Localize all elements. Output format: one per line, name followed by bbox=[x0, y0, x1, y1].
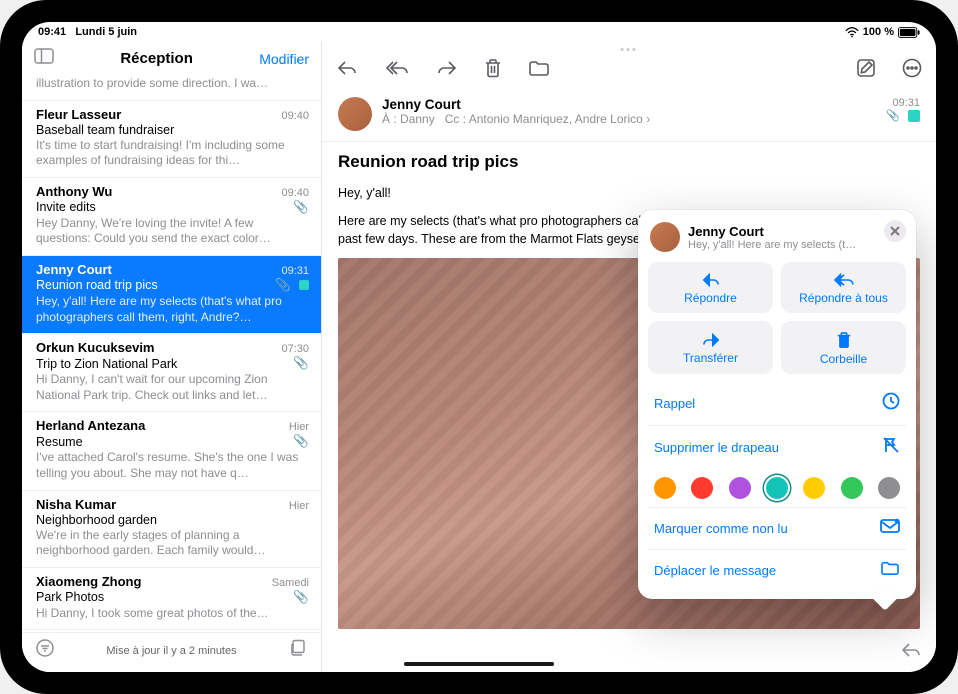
status-time: 09:41 bbox=[38, 26, 66, 38]
list-item[interactable]: Nisha KumarHier Neighborhood garden We'r… bbox=[22, 491, 321, 568]
trash-icon[interactable] bbox=[484, 58, 502, 83]
flag-icon bbox=[908, 110, 920, 122]
multitask-grabber[interactable]: ••• bbox=[322, 42, 936, 56]
move-folder-icon[interactable] bbox=[528, 59, 550, 82]
popover-preview: Hey, y'all! Here are my selects (that's… bbox=[688, 239, 858, 251]
attachment-icon: 📎 bbox=[293, 590, 309, 605]
forward-button[interactable]: Transférer bbox=[648, 321, 773, 374]
attachment-icon: 📎 bbox=[886, 110, 900, 122]
message-subject: Reunion road trip pics bbox=[338, 152, 920, 172]
forward-icon[interactable] bbox=[436, 59, 458, 82]
recipient-cc[interactable]: Antonio Manriquez, Andre Lorico bbox=[469, 112, 643, 126]
attachment-icon: 📎 bbox=[293, 200, 309, 215]
reply-icon[interactable] bbox=[900, 641, 922, 664]
envelope-icon bbox=[880, 518, 900, 539]
remove-flag-button[interactable]: Supprimer le drapeau bbox=[648, 425, 906, 469]
move-message-button[interactable]: Déplacer le message bbox=[648, 549, 906, 591]
list-item[interactable]: Anthony Wu09:40 Invite edits📎 Hey Danny,… bbox=[22, 178, 321, 256]
mailbox-sidebar: Réception Modifier illustration to provi… bbox=[22, 42, 322, 672]
flag-color-swatch[interactable] bbox=[729, 477, 751, 499]
message-header: Jenny Court À : Danny Cc : Antonio Manri… bbox=[322, 89, 936, 142]
more-icon[interactable] bbox=[902, 58, 922, 83]
list-item[interactable]: illustration to provide some direction. … bbox=[22, 73, 321, 101]
flag-off-icon bbox=[882, 436, 900, 459]
message-content-pane: ••• bbox=[322, 42, 936, 672]
reply-all-icon[interactable] bbox=[384, 59, 410, 82]
trash-button[interactable]: Corbeille bbox=[781, 321, 906, 374]
mailbox-title: Réception bbox=[120, 50, 193, 67]
list-item[interactable]: Xiaomeng ZhongSamedi Park Photos📎 Hi Dan… bbox=[22, 568, 321, 631]
recipient-to[interactable]: Danny bbox=[400, 112, 435, 126]
popover-sender: Jenny Court bbox=[688, 224, 858, 239]
message-paragraph: Hey, y'all! bbox=[338, 184, 920, 202]
flag-color-swatch[interactable] bbox=[878, 477, 900, 499]
flag-color-swatch[interactable] bbox=[654, 477, 676, 499]
avatar bbox=[650, 222, 680, 252]
status-bar: 09:41 Lundi 5 juin 100 % bbox=[22, 22, 936, 42]
mark-unread-button[interactable]: Marquer comme non lu bbox=[648, 507, 906, 549]
flag-icon bbox=[299, 280, 309, 290]
list-item[interactable]: Herland AntezanaHier Resume📎 I've attach… bbox=[22, 412, 321, 490]
status-date: Lundi 5 juin bbox=[75, 26, 137, 38]
reply-icon[interactable] bbox=[336, 59, 358, 82]
list-item-selected[interactable]: Jenny Court09:31 Reunion road trip pics … bbox=[22, 256, 321, 334]
attachment-icon: 📎 bbox=[293, 434, 309, 449]
remind-later-button[interactable]: Rappel bbox=[648, 382, 906, 425]
close-icon[interactable] bbox=[884, 220, 906, 242]
compose-copies-icon[interactable] bbox=[289, 639, 307, 662]
battery-icon bbox=[898, 27, 920, 38]
avatar[interactable] bbox=[338, 97, 372, 131]
sidebar-toggle-icon[interactable] bbox=[34, 48, 54, 69]
actions-popover: Jenny Court Hey, y'all! Here are my sele… bbox=[638, 210, 916, 599]
attachment-icon: 📎 bbox=[293, 356, 309, 371]
flag-color-swatch[interactable] bbox=[691, 477, 713, 499]
wifi-icon bbox=[845, 27, 859, 38]
message-toolbar bbox=[322, 56, 936, 89]
reply-button[interactable]: Répondre bbox=[648, 262, 773, 313]
message-time: 09:31 bbox=[886, 97, 920, 109]
attachment-icon: 📎 bbox=[275, 278, 291, 293]
flag-color-swatch[interactable] bbox=[803, 477, 825, 499]
sync-status: Mise à jour il y a 2 minutes bbox=[54, 645, 289, 657]
filter-icon[interactable] bbox=[36, 639, 54, 662]
sender-name[interactable]: Jenny Court bbox=[382, 97, 876, 112]
reply-all-button[interactable]: Répondre à tous bbox=[781, 262, 906, 313]
flag-color-swatch[interactable] bbox=[841, 477, 863, 499]
flag-color-picker bbox=[648, 469, 906, 507]
chevron-right-icon[interactable]: › bbox=[646, 112, 650, 126]
compose-icon[interactable] bbox=[856, 58, 876, 83]
flag-color-swatch[interactable] bbox=[766, 477, 788, 499]
edit-button[interactable]: Modifier bbox=[259, 51, 309, 67]
message-list[interactable]: illustration to provide some direction. … bbox=[22, 73, 321, 632]
list-item[interactable]: Orkun Kucuksevim07:30 Trip to Zion Natio… bbox=[22, 334, 321, 412]
clock-icon bbox=[882, 392, 900, 415]
list-item[interactable]: Fleur Lasseur09:40 Baseball team fundrai… bbox=[22, 101, 321, 178]
battery-percent: 100 % bbox=[863, 26, 894, 38]
folder-icon bbox=[880, 560, 900, 581]
home-indicator[interactable] bbox=[404, 662, 554, 666]
